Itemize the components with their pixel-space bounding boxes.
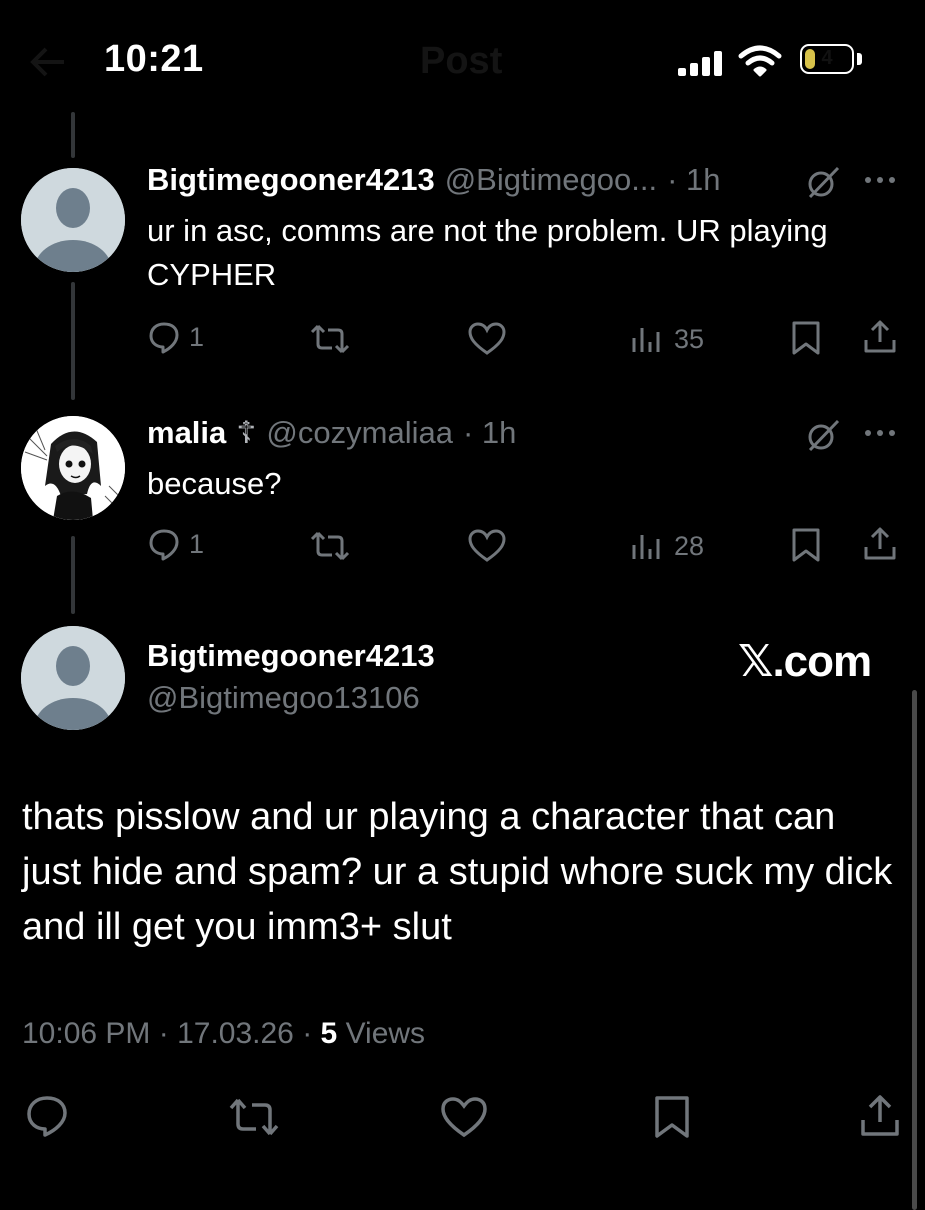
reply-icon <box>149 322 179 354</box>
watermark: 𝕏.com <box>738 637 872 686</box>
battery-level: 4 <box>821 47 833 69</box>
share-icon[interactable] <box>862 525 898 568</box>
scrollbar[interactable] <box>912 690 917 1210</box>
timestamp[interactable]: · 1h <box>667 162 720 198</box>
thread-line <box>71 536 75 614</box>
battery-icon: 4 <box>800 44 854 74</box>
repost-icon[interactable] <box>310 529 350 568</box>
back-arrow-icon[interactable] <box>28 45 68 84</box>
reply-button[interactable]: 1 <box>147 320 204 354</box>
reply-icon <box>149 529 179 561</box>
reply-text: ur in asc, comms are not the problem. UR… <box>147 213 828 292</box>
views-button[interactable]: 28 <box>630 529 704 563</box>
views-icon <box>632 535 660 559</box>
avatar[interactable] <box>21 626 125 730</box>
timestamp[interactable]: · 1h <box>463 415 516 451</box>
thread-line <box>71 112 75 158</box>
share-icon[interactable] <box>858 1092 902 1145</box>
reply-icon[interactable] <box>24 1094 70 1143</box>
grok-icon[interactable] <box>805 417 841 458</box>
display-name[interactable]: malia <box>147 415 226 451</box>
name-symbol: ☦ <box>236 415 257 450</box>
views-count: 35 <box>674 323 705 354</box>
page-title: Post <box>420 40 503 82</box>
post-meta: 10:06 PM · 17.03.26 · 5 Views <box>22 1017 426 1050</box>
like-icon[interactable] <box>468 529 506 568</box>
share-icon[interactable] <box>862 318 898 361</box>
like-icon[interactable] <box>468 322 506 361</box>
reply-count: 1 <box>189 528 205 559</box>
post-date[interactable]: 17.03.26 <box>177 1017 294 1050</box>
reply-button[interactable]: 1 <box>147 527 204 561</box>
bookmark-icon[interactable] <box>790 527 822 568</box>
repost-icon[interactable] <box>228 1096 280 1143</box>
views-count: 28 <box>674 530 705 561</box>
signal-icon <box>678 50 724 76</box>
handle[interactable]: @cozymaliaa <box>266 415 453 451</box>
reply-header: malia ☦ @cozymaliaa · 1h <box>147 415 516 451</box>
views-number: 5 <box>320 1017 338 1050</box>
status-time: 10:21 <box>104 38 204 80</box>
post-time[interactable]: 10:06 PM <box>22 1017 150 1050</box>
bookmark-icon[interactable] <box>790 320 822 361</box>
like-icon[interactable] <box>440 1096 488 1143</box>
repost-icon[interactable] <box>310 322 350 361</box>
battery-cap <box>857 53 862 65</box>
display-name[interactable]: Bigtimegooner4213 <box>147 162 435 198</box>
grok-icon[interactable] <box>805 164 841 205</box>
post-text: thats pisslow and ur playing a character… <box>22 796 893 948</box>
views-label: Views <box>345 1017 426 1050</box>
views-button[interactable]: 35 <box>630 322 704 356</box>
avatar[interactable] <box>21 168 125 272</box>
avatar[interactable] <box>21 416 125 520</box>
thread-line <box>71 282 75 400</box>
bookmark-icon[interactable] <box>652 1094 692 1145</box>
handle[interactable]: @Bigtimegoo13106 <box>147 680 420 716</box>
wifi-icon <box>738 44 782 83</box>
handle[interactable]: @Bigtimegoo... <box>445 162 657 198</box>
views-icon <box>632 328 660 352</box>
reply-header: Bigtimegooner4213 @Bigtimegoo... · 1h <box>147 162 721 198</box>
more-icon[interactable] <box>862 423 902 448</box>
reply-text: because? <box>147 466 282 501</box>
more-icon[interactable] <box>862 170 902 195</box>
reply-count: 1 <box>189 321 205 352</box>
display-name[interactable]: Bigtimegooner4213 <box>147 638 435 674</box>
